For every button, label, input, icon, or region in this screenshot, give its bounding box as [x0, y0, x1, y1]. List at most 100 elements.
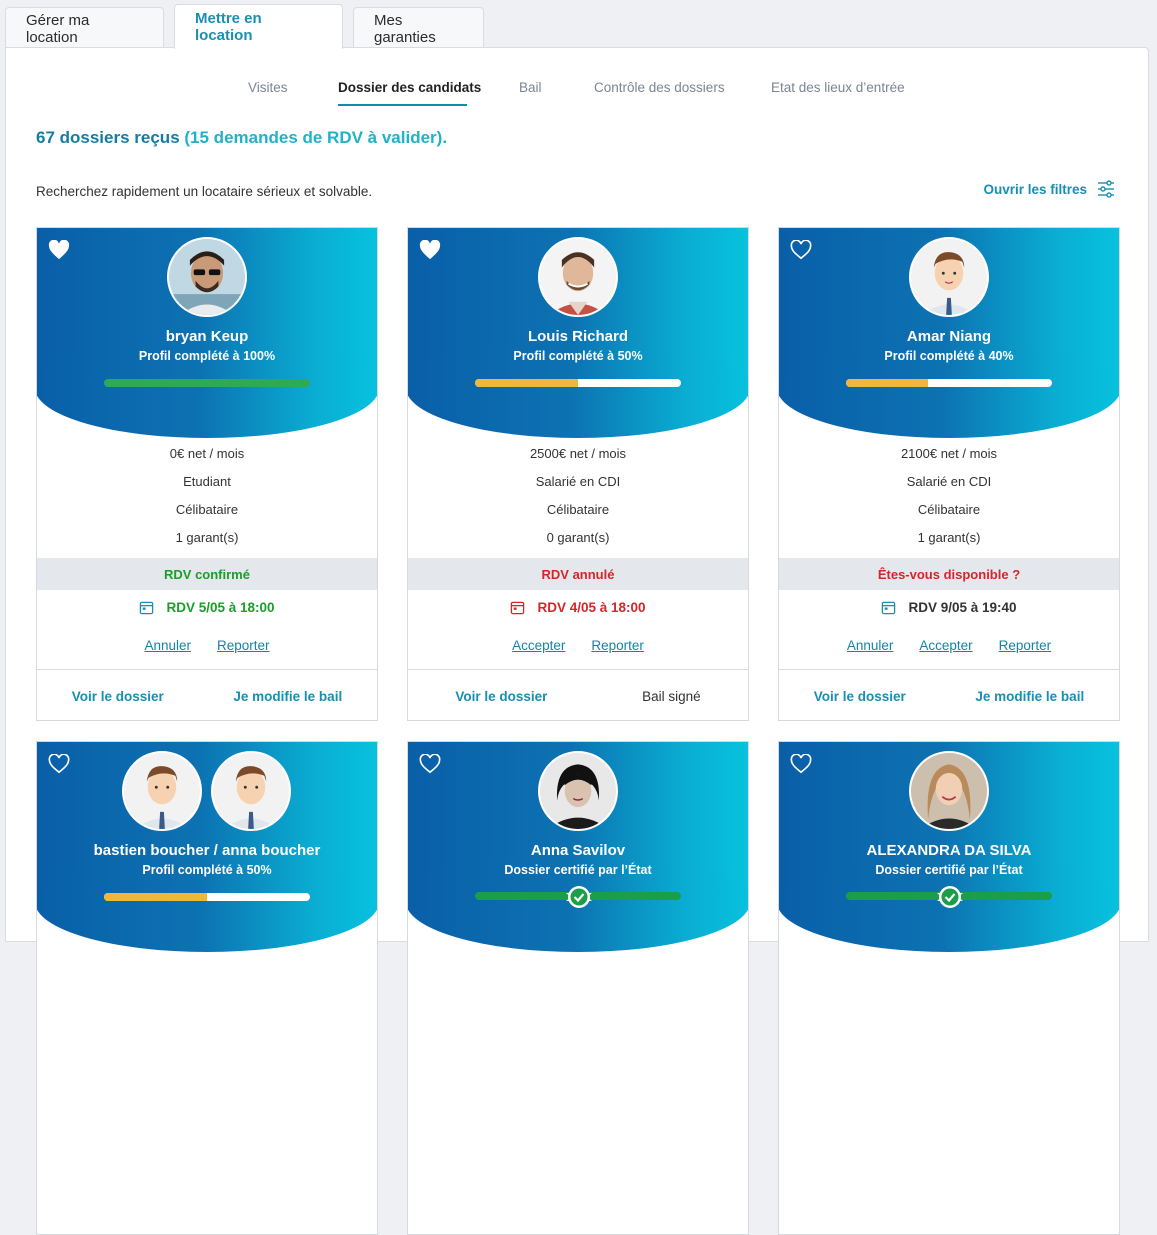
calendar-icon [140, 601, 154, 615]
rdv-date: RDV 5/05 à 18:00 [37, 600, 377, 615]
heart-icon-filled[interactable] [48, 240, 70, 260]
job-status: Salarié en CDI [535, 474, 621, 489]
family-status: Célibataire [917, 502, 981, 517]
income: 2100€ net / mois [900, 446, 998, 461]
calendar-icon [511, 601, 525, 615]
edit-lease-link[interactable]: Je modifie le bail [233, 689, 342, 704]
subnav-visites[interactable]: Visites [248, 80, 288, 95]
avatar [909, 751, 989, 831]
avatar [538, 237, 618, 317]
open-filters-button[interactable]: Ouvrir les filtres [983, 180, 1115, 198]
guarantors: 1 garant(s) [917, 530, 981, 545]
profile-progress-bar [104, 893, 310, 901]
filters-icon [1098, 180, 1114, 198]
progress-fill [104, 379, 310, 387]
reschedule-rdv-link[interactable]: Reporter [999, 638, 1052, 653]
candidate-info: 0€ net / mois Etudiant Célibataire 1 gar… [37, 446, 377, 558]
page-title: 67 dossiers reçus (15 demandes de RDV à … [36, 128, 447, 148]
avatar [167, 237, 247, 317]
certification-label: Dossier certifié par l’État [504, 863, 652, 877]
tab-mettre-en-location[interactable]: Mettre en location [174, 4, 343, 49]
profile-completion: Profil complété à 50% [142, 863, 272, 877]
guarantors: 1 garant(s) [175, 530, 239, 545]
avatar [211, 751, 291, 831]
income: 0€ net / mois [169, 446, 245, 461]
reschedule-rdv-link[interactable]: Reporter [591, 638, 644, 653]
candidate-name: Louis Richard [527, 328, 628, 345]
open-filters-label: Ouvrir les filtres [983, 181, 1087, 197]
candidate-name: bastien boucher / anna boucher [93, 842, 321, 859]
family-status: Célibataire [546, 502, 610, 517]
tab-gerer-location[interactable]: Gérer ma location [5, 7, 164, 49]
progress-fill [104, 893, 207, 901]
profile-completion: Profil complété à 40% [884, 349, 1014, 363]
avatar [909, 237, 989, 317]
view-dossier-link[interactable]: Voir le dossier [455, 689, 547, 704]
job-status: Etudiant [183, 474, 231, 489]
heart-icon-outline[interactable] [790, 754, 812, 774]
card-footer: Voir le dossier Je modifie le bail [779, 669, 1119, 720]
intro-text: Recherchez rapidement un locataire série… [36, 184, 373, 199]
rdv-actions: Annuler Reporter [37, 638, 377, 653]
candidate-info: 2500€ net / mois Salarié en CDI Célibata… [408, 446, 748, 558]
heart-icon-outline[interactable] [790, 240, 812, 260]
rdv-status: RDV annulé [408, 558, 748, 590]
rdv-actions: Annuler Accepter Reporter [779, 638, 1119, 653]
accept-rdv-link[interactable]: Accepter [512, 638, 565, 653]
candidate-card: bryan Keup Profil complété à 100% 0€ net… [36, 227, 378, 721]
profile-completion: Profil complété à 100% [138, 349, 276, 363]
cancel-rdv-link[interactable]: Annuler [144, 638, 191, 653]
rdv-date-text: RDV 9/05 à 19:40 [908, 600, 1017, 615]
certified-check-icon [937, 886, 963, 908]
profile-progress-bar [104, 379, 310, 387]
candidate-card: Anna Savilov Dossier certifié par l’État [407, 741, 749, 1235]
guarantors: 0 garant(s) [546, 530, 610, 545]
candidate-name: bryan Keup [165, 328, 249, 345]
candidate-card: ALEXANDRA DA SILVA Dossier certifié par … [778, 741, 1120, 1235]
rdv-status: RDV confirmé [37, 558, 377, 590]
view-dossier-link[interactable]: Voir le dossier [814, 689, 906, 704]
tab-mes-garanties[interactable]: Mes garanties [353, 7, 484, 49]
cancel-rdv-link[interactable]: Annuler [847, 638, 894, 653]
rdv-date: RDV 9/05 à 19:40 [779, 600, 1119, 615]
heart-icon-filled[interactable] [419, 240, 441, 260]
subnav-bail[interactable]: Bail [519, 80, 542, 95]
avatar [122, 751, 202, 831]
progress-fill [846, 379, 929, 387]
heart-icon-outline[interactable] [48, 754, 70, 774]
candidate-name: ALEXANDRA DA SILVA [866, 842, 1032, 859]
job-status: Salarié en CDI [906, 474, 992, 489]
certification-label: Dossier certifié par l’État [875, 863, 1023, 877]
profile-completion: Profil complété à 50% [513, 349, 643, 363]
profile-progress-bar [475, 379, 681, 387]
calendar-icon [882, 601, 896, 615]
subnav-dossier-candidats[interactable]: Dossier des candidats [338, 80, 481, 95]
rdv-status: Êtes-vous disponible ? [779, 558, 1119, 590]
income: 2500€ net / mois [529, 446, 627, 461]
subnav-etat-des-lieux[interactable]: Etat des lieux d’entrée [771, 80, 905, 95]
rdv-date-text: RDV 5/05 à 18:00 [166, 600, 275, 615]
candidate-info: 2100€ net / mois Salarié en CDI Célibata… [779, 446, 1119, 558]
sub-navigation: Visites Dossier des candidats Bail Contr… [6, 80, 1148, 110]
active-subnav-underline [338, 104, 467, 106]
candidate-card: bastien boucher / anna boucher Profil co… [36, 741, 378, 1235]
card-header [37, 742, 377, 952]
family-status: Célibataire [175, 502, 239, 517]
dossiers-count: 67 dossiers reçus [36, 128, 180, 147]
candidate-card: Louis Richard Profil complété à 50% 2500… [407, 227, 749, 721]
candidate-card: Amar Niang Profil complété à 40% 2100€ n… [778, 227, 1120, 721]
heart-icon-outline[interactable] [419, 754, 441, 774]
view-dossier-link[interactable]: Voir le dossier [72, 689, 164, 704]
edit-lease-link[interactable]: Je modifie le bail [975, 689, 1084, 704]
rdv-actions: Accepter Reporter [408, 638, 748, 653]
reschedule-rdv-link[interactable]: Reporter [217, 638, 270, 653]
rdv-date: RDV 4/05 à 18:00 [408, 600, 748, 615]
main-tabs: Gérer ma location Mettre en location Mes… [5, 4, 484, 49]
avatar [538, 751, 618, 831]
accept-rdv-link[interactable]: Accepter [919, 638, 972, 653]
subnav-controle-dossiers[interactable]: Contrôle des dossiers [594, 80, 725, 95]
rdv-date-text: RDV 4/05 à 18:00 [537, 600, 646, 615]
progress-fill [475, 379, 578, 387]
card-footer: Voir le dossier Je modifie le bail [37, 669, 377, 720]
rdv-requests-count: (15 demandes de RDV à valider). [184, 128, 448, 147]
